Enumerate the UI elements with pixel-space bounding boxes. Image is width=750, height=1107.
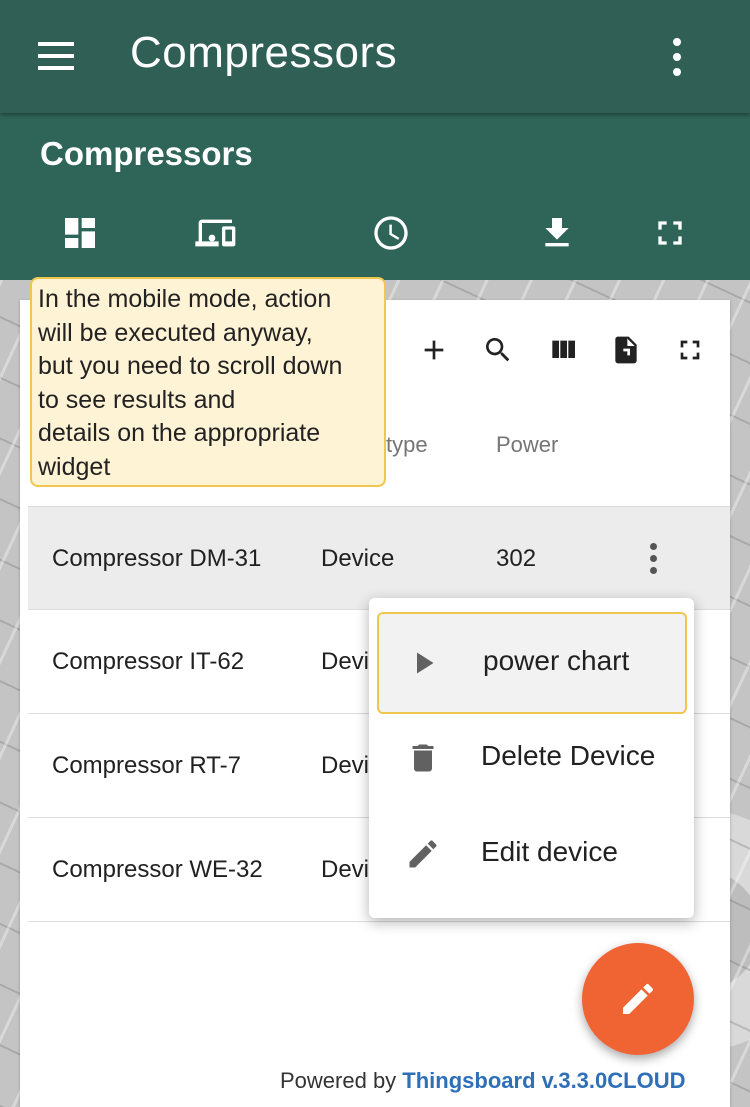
more-vert-icon bbox=[673, 38, 681, 46]
more-vert-dot bbox=[650, 555, 657, 562]
play-icon bbox=[417, 652, 434, 674]
cell-type: Devi bbox=[321, 648, 370, 675]
more-vert-button[interactable] bbox=[668, 38, 688, 78]
menu-item-edit-device[interactable]: Edit device bbox=[369, 810, 694, 906]
cell-name: Compressor RT-7 bbox=[52, 752, 241, 779]
pencil-icon bbox=[623, 983, 654, 1014]
cell-type: Devi bbox=[321, 752, 370, 779]
menu-item-delete-device[interactable]: Delete Device bbox=[369, 714, 694, 810]
cell-name: Compressor IT-62 bbox=[52, 648, 245, 675]
cell-power: 302 bbox=[496, 545, 537, 572]
more-vert-icon bbox=[650, 543, 657, 550]
menu-icon-bar bbox=[38, 66, 74, 70]
app-title: Compressors bbox=[130, 28, 398, 77]
more-vert-dot bbox=[650, 567, 657, 574]
table-row[interactable]: Compressor DM-31 Device 302 bbox=[28, 506, 730, 610]
search-icon[interactable] bbox=[482, 334, 514, 366]
tooltip-line: widget bbox=[38, 452, 111, 481]
cell-type: Devi bbox=[321, 856, 370, 883]
more-vert-dot bbox=[673, 53, 681, 61]
pencil-icon bbox=[409, 840, 437, 868]
row-actions-button[interactable] bbox=[646, 541, 662, 577]
table-fullscreen-icon[interactable] bbox=[674, 334, 706, 366]
more-vert-dot bbox=[673, 68, 681, 76]
cell-type: Device bbox=[321, 545, 395, 572]
add-icon[interactable] bbox=[418, 334, 450, 366]
app-toolbar: Compressors bbox=[0, 0, 750, 113]
trash-icon bbox=[412, 744, 434, 772]
powered-by-footer: Powered by Thingsboard v.3.3.0CLOUD bbox=[280, 1068, 685, 1094]
edit-fab-button[interactable] bbox=[582, 943, 694, 1055]
export-icon[interactable] bbox=[610, 334, 642, 366]
tooltip-line: but you need to scroll down bbox=[38, 352, 343, 380]
column-header-type[interactable]: type bbox=[386, 432, 428, 458]
cell-name: Compressor WE-32 bbox=[52, 856, 263, 883]
menu-item-label: Delete Device bbox=[481, 740, 656, 771]
tooltip-line: will be executed anyway, bbox=[38, 318, 313, 347]
download-icon[interactable] bbox=[537, 213, 577, 253]
menu-item-power-chart[interactable]: power chart bbox=[377, 612, 687, 714]
dashboard-toolbar: Compressors bbox=[0, 113, 750, 280]
tooltip-line: details on the appropriate bbox=[38, 419, 321, 447]
mobile-mode-tooltip: In the mobile mode, action will be execu… bbox=[30, 277, 386, 487]
fullscreen-icon[interactable] bbox=[650, 213, 690, 253]
dashboard-icon[interactable] bbox=[60, 213, 100, 253]
thingsboard-link[interactable]: Thingsboard v.3.3.0CLOUD bbox=[402, 1068, 685, 1093]
tooltip-line: In the mobile mode, action bbox=[38, 285, 332, 313]
menu-button[interactable] bbox=[38, 42, 76, 70]
menu-icon bbox=[38, 42, 74, 46]
dashboard-title: Compressors bbox=[40, 135, 253, 172]
cell-name: Compressor DM-31 bbox=[52, 545, 262, 572]
devices-icon[interactable] bbox=[194, 213, 240, 253]
row-actions-menu: power chart Delete Device Edit device bbox=[369, 598, 694, 918]
clock-icon[interactable] bbox=[371, 213, 411, 253]
columns-icon[interactable] bbox=[547, 334, 579, 366]
menu-icon-bar bbox=[38, 54, 74, 58]
menu-item-label: Edit device bbox=[481, 836, 618, 867]
footer-prefix: Powered by bbox=[280, 1068, 403, 1093]
column-header-power[interactable]: Power bbox=[496, 432, 558, 458]
tooltip-line: to see results and bbox=[38, 385, 236, 414]
menu-item-label: power chart bbox=[483, 645, 630, 676]
